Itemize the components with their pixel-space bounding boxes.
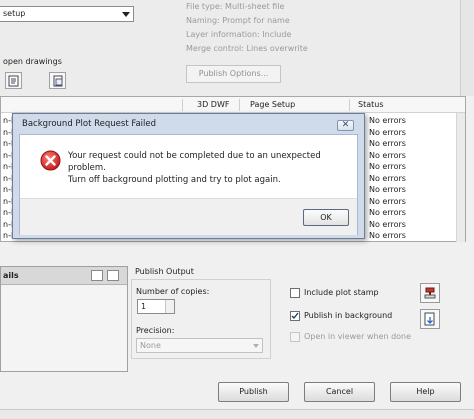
publish-background-info-button[interactable] (420, 309, 440, 329)
chevron-down-icon (122, 12, 130, 17)
status-cell: No errors (369, 150, 406, 160)
sheet-list-scrollbar[interactable] (456, 113, 465, 242)
precision-select[interactable]: None (136, 338, 263, 353)
precision-label: Precision: (136, 326, 175, 335)
sheet-details-panel: ails (0, 266, 128, 372)
close-icon: ✕ (341, 120, 350, 130)
plot-stamp-icon (424, 287, 436, 299)
sheet-details-label: ails (3, 271, 19, 280)
dialog-body: Your request could not be completed due … (19, 134, 358, 235)
details-toggle-icon[interactable] (91, 270, 103, 281)
ok-button[interactable]: OK (303, 209, 349, 226)
right-side-panel (460, 0, 474, 96)
publish-options-button[interactable]: Publish Options... (186, 65, 281, 83)
include-plot-stamp-label[interactable]: Include plot stamp (304, 288, 379, 297)
error-icon (40, 150, 61, 171)
stepper-arrows-icon[interactable] (165, 300, 174, 313)
status-cell: No errors (369, 116, 406, 125)
column-separator (239, 99, 240, 111)
column-header-page-setup[interactable]: Page Setup (250, 100, 295, 109)
save-sheet-list-button[interactable] (49, 72, 66, 89)
publish-info-panel: File type: Multi-sheet file Naming: Prom… (186, 0, 386, 68)
include-plot-stamp-checkbox[interactable] (290, 288, 300, 298)
chevron-down-icon (253, 344, 259, 348)
sheet-details-header: ails (1, 267, 127, 285)
add-sheets-icon (8, 75, 19, 87)
merge-control-info: Merge control: Lines overwrite (186, 44, 308, 53)
layer-information-info: Layer information: Include (186, 30, 292, 39)
dialog-message-line-2: Turn off background plotting and try to … (68, 175, 281, 185)
publish-button[interactable]: Publish (218, 382, 289, 402)
sheet-list-icon (53, 75, 63, 87)
open-in-viewer-label[interactable]: Open in viewer when done (304, 332, 411, 341)
number-of-copies-value: 1 (141, 302, 147, 311)
bottom-strip (0, 409, 474, 419)
help-button[interactable]: Help (390, 382, 461, 402)
add-sheets-button[interactable] (5, 72, 22, 89)
open-in-viewer-checkbox[interactable] (290, 332, 300, 342)
status-cell: No errors (369, 231, 406, 240)
column-header-status[interactable]: Status (358, 100, 384, 109)
precision-select-value: None (140, 341, 161, 350)
close-button[interactable]: ✕ (337, 120, 354, 131)
status-cell: No errors (369, 208, 406, 217)
status-cell: No errors (369, 185, 406, 194)
publish-in-background-checkbox[interactable] (290, 311, 300, 321)
publish-document-icon (424, 312, 435, 326)
status-cell: No errors (369, 139, 406, 148)
status-cell: No errors (369, 196, 406, 206)
column-separator (349, 99, 350, 111)
file-type-info: File type: Multi-sheet file (186, 2, 285, 11)
dialog-title: Background Plot Request Failed (22, 119, 157, 129)
status-cell: No errors (369, 173, 406, 183)
open-drawings-label: open drawings (3, 57, 62, 66)
dialog-message-line-1: Your request could not be completed due … (68, 151, 321, 173)
number-of-copies-stepper[interactable]: 1 (137, 299, 175, 314)
page-setup-combo[interactable]: setup (0, 6, 134, 22)
plot-stamp-settings-button[interactable] (420, 283, 440, 303)
status-cell: No errors (369, 162, 406, 171)
details-collapse-icon[interactable] (107, 270, 119, 281)
status-cell: No errors (369, 127, 406, 137)
background-plot-error-dialog: Background Plot Request Failed ✕ Your re… (12, 113, 365, 239)
dialog-message: Your request could not be completed due … (68, 150, 357, 186)
naming-info: Naming: Prompt for name (186, 16, 290, 25)
cancel-button[interactable]: Cancel (304, 382, 375, 402)
column-separator (182, 99, 183, 111)
sheet-list-header: 3D DWF Page Setup Status (1, 97, 465, 113)
number-of-copies-label: Number of copies: (136, 287, 210, 296)
status-cell: No errors (369, 219, 406, 229)
column-header-3d-dwf[interactable]: 3D DWF (197, 100, 229, 109)
page-setup-combo-value: setup (3, 9, 26, 18)
publish-output-label: Publish Output (135, 267, 194, 276)
publish-in-background-label[interactable]: Publish in background (304, 311, 392, 320)
checkmark-icon (291, 312, 299, 320)
